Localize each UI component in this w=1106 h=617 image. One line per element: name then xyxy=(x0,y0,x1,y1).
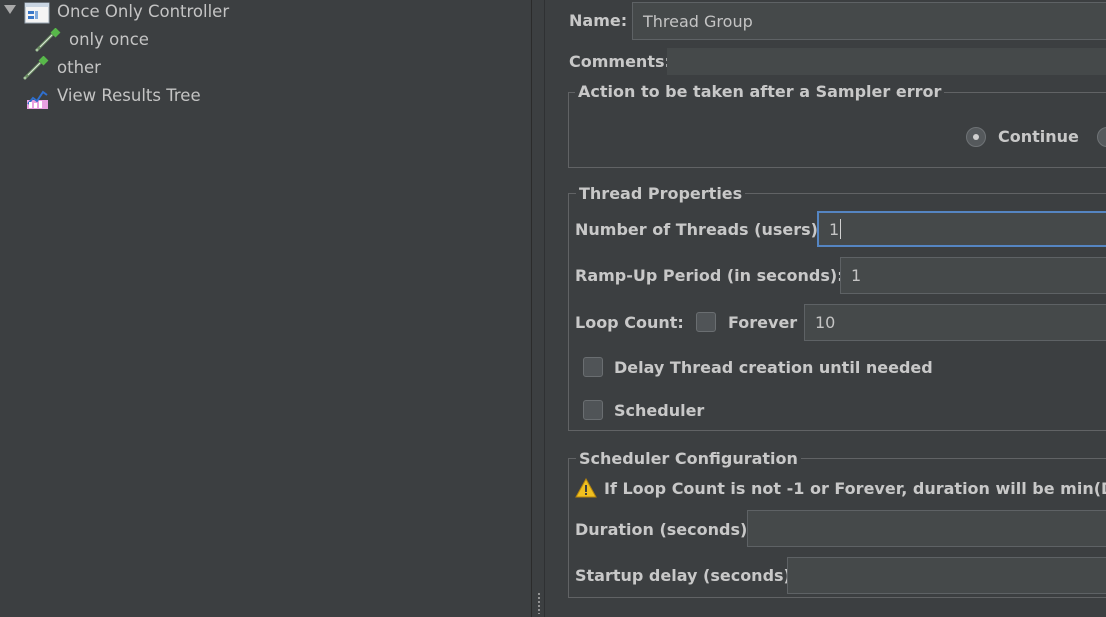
startup-delay-label: Startup delay (seconds) xyxy=(575,566,791,585)
continue-label[interactable]: Continue xyxy=(998,127,1079,146)
threads-value: 1 xyxy=(829,219,840,239)
comments-label: Comments: xyxy=(569,52,671,71)
thread-properties-legend: Thread Properties xyxy=(576,184,746,203)
sampler-error-legend: Action to be taken after a Sampler error xyxy=(575,82,945,101)
warning-text: If Loop Count is not -1 or Forever, dura… xyxy=(604,479,1106,498)
results-tree-icon xyxy=(27,90,48,109)
tree-item-label: View Results Tree xyxy=(57,86,201,105)
splitter-grip-icon[interactable] xyxy=(537,592,541,614)
scheduler-checkbox[interactable] xyxy=(583,400,603,420)
tree-item-once-only-controller[interactable]: Once Only Controller xyxy=(0,0,260,26)
rampup-label: Ramp-Up Period (in seconds): xyxy=(575,266,844,285)
expand-arrow-icon[interactable] xyxy=(4,5,16,14)
threads-label: Number of Threads (users): xyxy=(575,220,825,239)
panel-splitter[interactable] xyxy=(531,0,545,617)
rampup-input[interactable]: 1 xyxy=(840,257,1106,294)
continue-radio[interactable] xyxy=(966,127,986,147)
forever-label[interactable]: Forever xyxy=(728,313,797,332)
delay-thread-label[interactable]: Delay Thread creation until needed xyxy=(614,358,933,377)
name-value: Thread Group xyxy=(643,11,753,31)
thread-group-form: Name: Thread Group Comments: Action to b… xyxy=(546,0,1106,617)
duration-input[interactable] xyxy=(747,510,1106,547)
tree-item-label: other xyxy=(57,58,101,77)
loop-count-value: 10 xyxy=(815,313,836,332)
duration-label: Duration (seconds) xyxy=(575,520,748,539)
tree-item-only-once[interactable]: only once xyxy=(0,28,200,54)
comments-field[interactable] xyxy=(667,48,1106,75)
rampup-value: 1 xyxy=(851,266,862,285)
tree-item-other[interactable]: other xyxy=(0,56,200,82)
scheduler-label[interactable]: Scheduler xyxy=(614,401,704,420)
controller-icon xyxy=(24,2,50,24)
name-field[interactable]: Thread Group xyxy=(632,2,1106,40)
tree-item-view-results-tree[interactable]: View Results Tree xyxy=(0,85,230,111)
sampler-pipette-icon xyxy=(23,56,49,80)
warning-icon xyxy=(575,478,597,498)
loop-count-label: Loop Count: xyxy=(575,313,684,332)
forever-checkbox[interactable] xyxy=(696,312,716,332)
startup-delay-input[interactable] xyxy=(787,557,1106,594)
tree-item-label: only once xyxy=(69,30,149,49)
sampler-pipette-icon xyxy=(35,28,61,52)
delay-thread-checkbox[interactable] xyxy=(583,357,603,377)
test-plan-tree[interactable]: Once Only Controller only once other Vie… xyxy=(0,0,531,617)
scheduler-config-legend: Scheduler Configuration xyxy=(576,449,801,468)
name-label: Name: xyxy=(569,11,628,30)
tree-item-label: Once Only Controller xyxy=(57,2,230,21)
text-caret xyxy=(840,219,842,239)
threads-input[interactable]: 1 xyxy=(817,211,1106,247)
loop-count-input[interactable]: 10 xyxy=(804,304,1106,341)
